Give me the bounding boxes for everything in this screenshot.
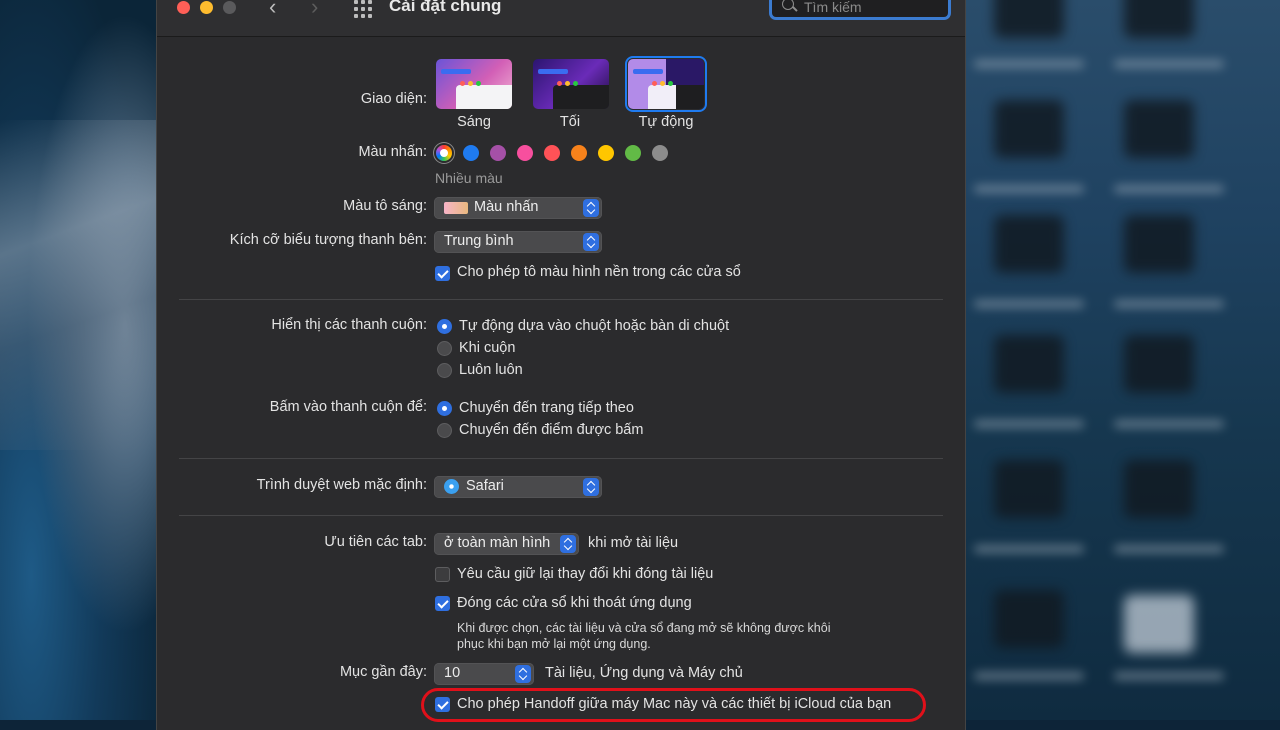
popup-chevron-icon (583, 478, 599, 496)
appearance-dark-thumbnail[interactable] (533, 59, 609, 109)
popup-chevron-icon (583, 233, 599, 251)
recent-items-popup[interactable]: 10 (434, 663, 534, 685)
popup-chevron-icon (515, 665, 531, 683)
default-browser-value: Safari (466, 478, 504, 494)
close-window-button[interactable] (177, 1, 190, 14)
sidebar-icon-size-label: Kích cỡ biểu tượng thanh bên: (229, 232, 427, 248)
jump-next-page-label: Chuyển đến trang tiếp theo (459, 400, 634, 416)
appearance-auto-label: Tự động (638, 114, 694, 130)
accent-label-container: Màu nhấn: (157, 144, 427, 164)
ask-keep-changes-label: Yêu cầu giữ lại thay đổi khi đóng tài li… (457, 566, 714, 582)
close-windows-description-line2: phục khi bạn mở lại một ứng dụng. (457, 637, 651, 651)
accent-purple-swatch[interactable] (490, 145, 506, 161)
browser-label-container: Trình duyệt web mặc định: (157, 477, 427, 497)
appearance-label-container: Giao diện: (157, 91, 427, 111)
annotation-red-highlight (421, 688, 926, 722)
scroll-bars-always-radio[interactable] (437, 363, 452, 378)
safari-icon (444, 479, 459, 494)
accent-blue-swatch[interactable] (463, 145, 479, 161)
scroll-bars-auto-radio[interactable] (437, 319, 452, 334)
recent-items-label: Mục gần đây: (339, 664, 427, 680)
highlight-label-container: Màu tô sáng: (157, 198, 427, 218)
forward-chevron-icon[interactable]: › (311, 0, 318, 20)
accent-pink-swatch[interactable] (517, 145, 533, 161)
window-title: Cài đặt chung (389, 0, 502, 15)
section-divider (179, 458, 943, 459)
default-browser-popup[interactable]: Safari (434, 476, 602, 498)
system-preferences-window: ‹ › Cài đặt chung Giao diện: Sáng Tối Tự… (156, 0, 966, 730)
appearance-light-label: Sáng (457, 114, 491, 130)
prefer-tabs-popup[interactable]: ở toàn màn hình (434, 533, 579, 555)
click-scroll-bar-label: Bấm vào thanh cuộn để: (269, 399, 427, 415)
ask-keep-changes-checkbox[interactable] (435, 567, 450, 582)
scroll-bars-label-container: Hiển thị các thanh cuộn: (157, 317, 427, 337)
accent-multicolor-swatch[interactable] (436, 145, 452, 161)
search-input[interactable] (802, 0, 946, 18)
prefer-tabs-suffix: khi mở tài liệu (588, 535, 679, 551)
scroll-bars-always-label: Luôn luôn (459, 362, 523, 378)
recent-items-suffix: Tài liệu, Ứng dụng và Máy chủ (545, 665, 743, 681)
close-windows-description-line1: Khi được chọn, các tài liệu và cửa sổ đa… (457, 621, 831, 635)
accent-orange-swatch[interactable] (571, 145, 587, 161)
scroll-bars-when-scrolling-label: Khi cuộn (459, 340, 516, 356)
wallpaper-tinting-label: Cho phép tô màu hình nền trong các cửa s… (457, 264, 741, 280)
sidebar-icon-size-value: Trung bình (444, 233, 514, 249)
popup-chevron-icon (560, 535, 576, 553)
jump-next-page-radio[interactable] (437, 401, 452, 416)
sidebar-icon-size-popup[interactable]: Trung bình (434, 231, 602, 253)
jump-clicked-spot-radio[interactable] (437, 423, 452, 438)
sidebar-size-label-container: Kích cỡ biểu tượng thanh bên: (157, 232, 427, 252)
popup-chevron-icon (583, 199, 599, 217)
highlight-color-value: Màu nhấn (474, 199, 539, 215)
search-field[interactable] (769, 0, 951, 20)
wallpaper-tinting-checkbox[interactable] (435, 266, 450, 281)
title-bar: ‹ › Cài đặt chung (157, 0, 965, 37)
accent-yellow-swatch[interactable] (598, 145, 614, 161)
accent-color-label: Màu nhấn: (358, 144, 427, 160)
minimize-window-button[interactable] (200, 1, 213, 14)
close-windows-label: Đóng các cửa sổ khi thoát ứng dụng (457, 595, 692, 611)
section-divider (179, 515, 943, 516)
blurred-desktop-background (964, 0, 1280, 720)
close-windows-checkbox[interactable] (435, 596, 450, 611)
section-divider (179, 299, 943, 300)
search-icon (782, 0, 794, 10)
desktop-wallpaper (0, 0, 156, 720)
prefer-tabs-label: Ưu tiên các tab: (324, 534, 427, 550)
highlight-color-popup[interactable]: Màu nhấn (434, 197, 602, 219)
accent-green-swatch[interactable] (625, 145, 641, 161)
highlight-color-swatch (444, 202, 468, 214)
jump-clicked-spot-label: Chuyển đến điểm được bấm (459, 422, 644, 438)
click-scroll-label-container: Bấm vào thanh cuộn để: (157, 399, 427, 419)
scroll-bars-when-scrolling-radio[interactable] (437, 341, 452, 356)
appearance-light-thumbnail[interactable] (436, 59, 512, 109)
recent-items-label-container: Mục gần đây: (157, 664, 427, 684)
appearance-dark-label: Tối (559, 114, 581, 130)
prefer-tabs-label-container: Ưu tiên các tab: (157, 534, 427, 554)
accent-graphite-swatch[interactable] (652, 145, 668, 161)
back-chevron-icon[interactable]: ‹ (269, 0, 276, 20)
accent-selected-name: Nhiều màu (435, 170, 503, 186)
highlight-color-label: Màu tô sáng: (343, 198, 427, 214)
zoom-window-button[interactable] (223, 1, 236, 14)
show-scroll-bars-label: Hiển thị các thanh cuộn: (271, 317, 427, 333)
scroll-bars-auto-label: Tự động dựa vào chuột hoặc bàn di chuột (459, 318, 730, 334)
appearance-auto-thumbnail[interactable] (625, 56, 707, 112)
accent-red-swatch[interactable] (544, 145, 560, 161)
default-browser-label: Trình duyệt web mặc định: (256, 477, 427, 493)
show-all-grid-icon[interactable] (354, 0, 372, 18)
prefer-tabs-value: ở toàn màn hình (444, 535, 551, 551)
recent-items-value: 10 (444, 665, 461, 681)
appearance-label: Giao diện: (360, 91, 427, 107)
